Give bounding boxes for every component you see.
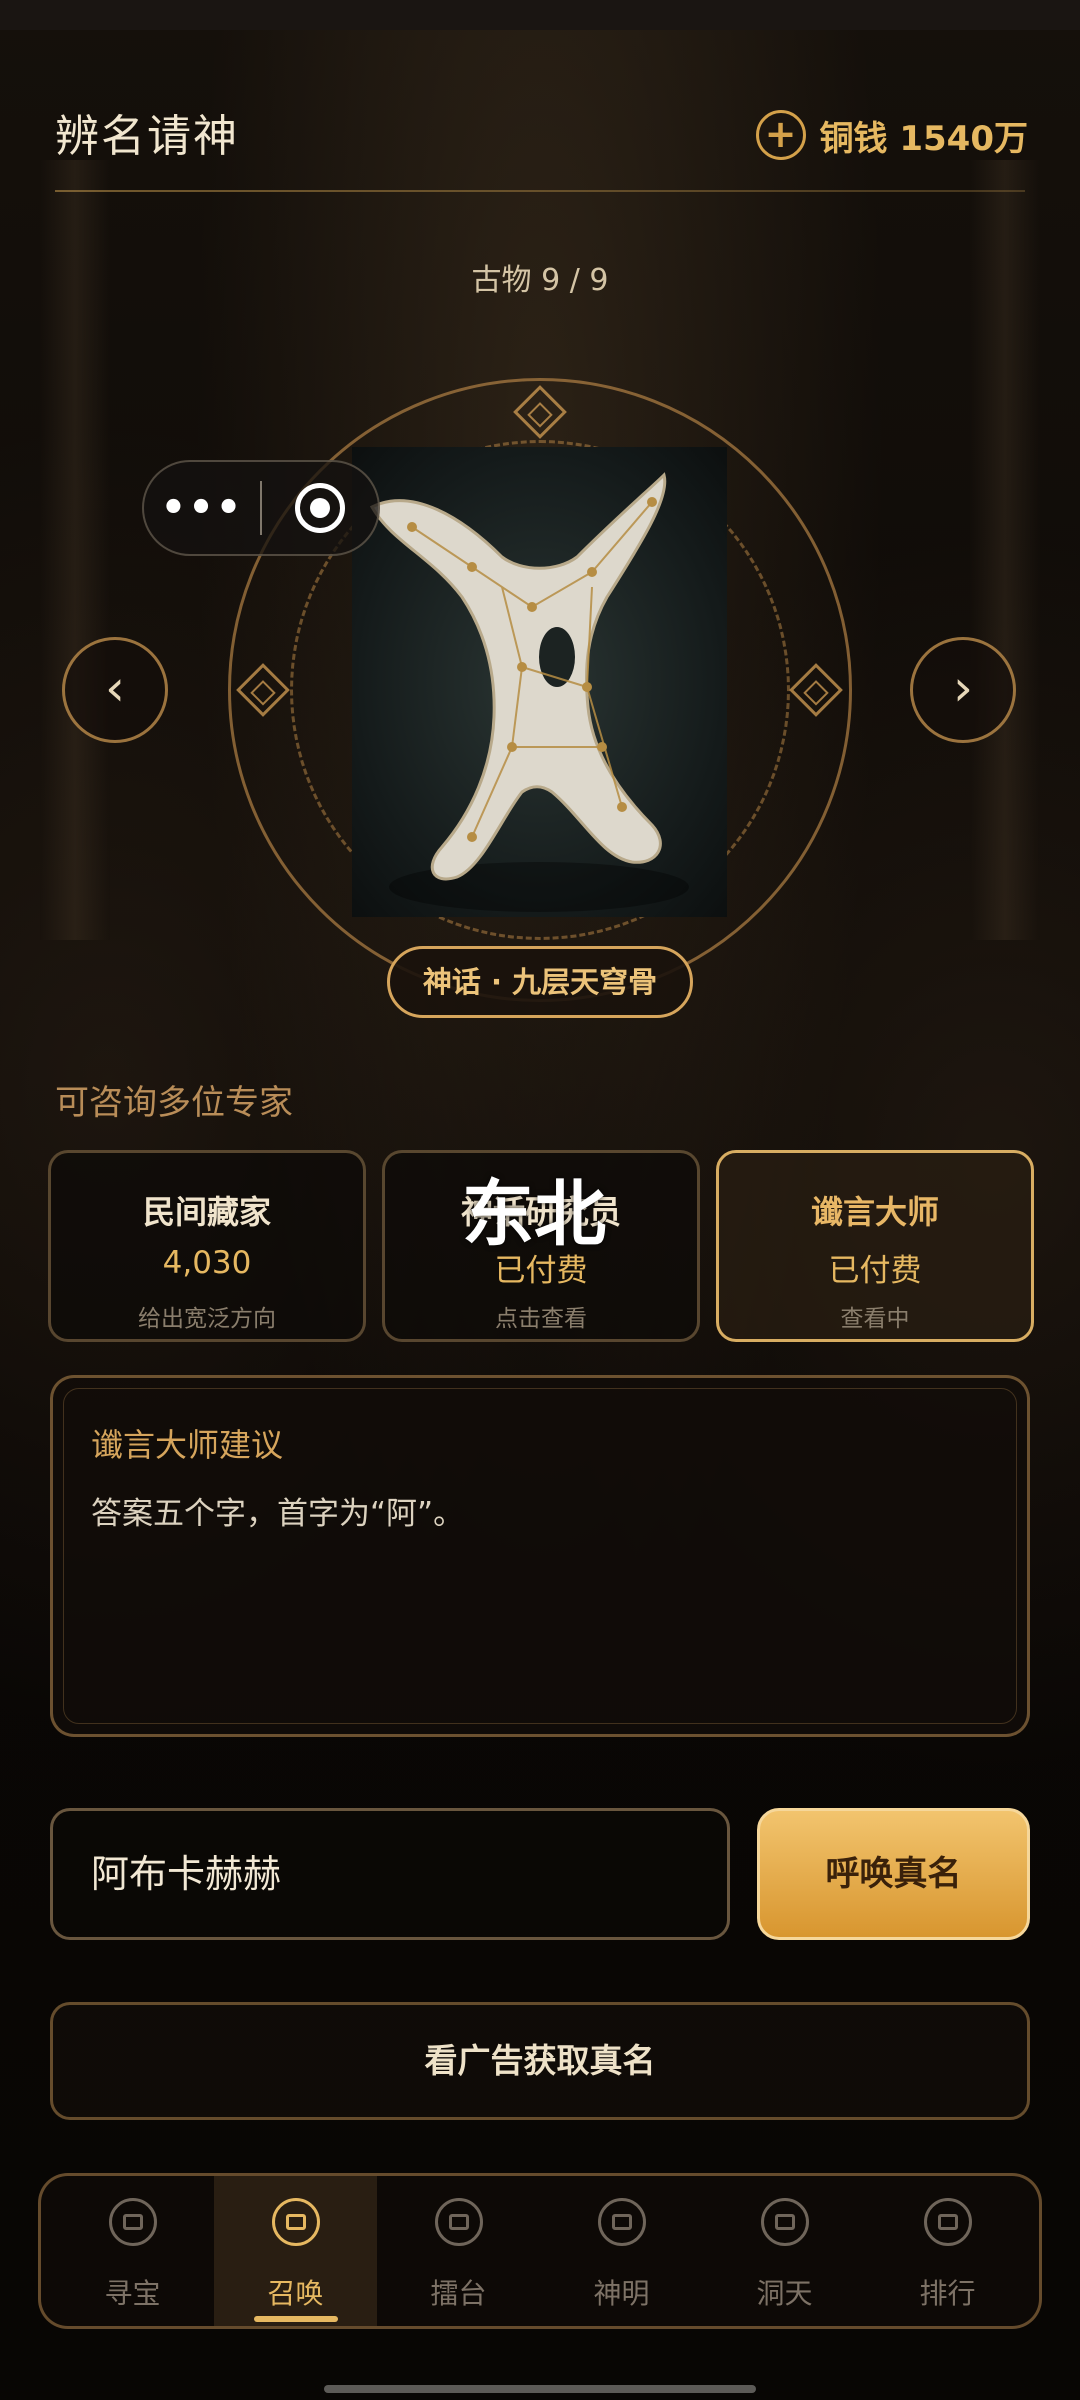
expert-status: 已付费 <box>828 1253 922 1289</box>
coin-balance: + 铜钱 1540万 <box>755 110 1028 160</box>
coin-balance-label: 铜钱 1540万 <box>819 118 1028 159</box>
summon-button[interactable]: 呼唤真名 <box>757 1808 1030 1940</box>
tab-grotto[interactable]: 洞天 <box>703 2176 866 2326</box>
tab-label: 召唤 <box>267 2277 324 2310</box>
bone-artifact-illustration <box>369 472 689 912</box>
tab-treasure[interactable]: 寻宝 <box>51 2176 214 2326</box>
deity-icon <box>597 2198 646 2246</box>
expert-card-oracle[interactable]: 谶言大师 已付费 查看中 <box>716 1150 1034 1342</box>
expert-title: 民间藏家 <box>142 1193 271 1231</box>
tab-ranking[interactable]: 排行 <box>866 2176 1029 2326</box>
treasure-icon <box>108 2198 157 2246</box>
bottom-tab-bar: 寻宝 召唤 擂台 神明 洞天 排行 <box>38 2173 1042 2329</box>
mini-program-capsule: ••• <box>142 460 380 556</box>
prev-relic-button[interactable]: ‹ <box>62 637 168 743</box>
tab-label: 擂台 <box>430 2277 487 2310</box>
home-indicator[interactable] <box>324 2385 756 2393</box>
summon-icon <box>271 2198 320 2246</box>
watch-ad-button[interactable]: 看广告获取真名 <box>50 2002 1030 2120</box>
advice-title: 谶言大师建议 <box>91 1426 284 1464</box>
tab-label: 神明 <box>593 2277 650 2310</box>
tab-arena[interactable]: 擂台 <box>377 2176 540 2326</box>
arena-icon <box>434 2198 483 2246</box>
add-coins-button[interactable]: + <box>755 110 806 160</box>
active-tab-indicator <box>253 2316 338 2322</box>
tab-label: 寻宝 <box>104 2277 161 2310</box>
relic-counter: 古物 9 / 9 <box>471 263 609 298</box>
grotto-icon <box>760 2198 809 2246</box>
page-title: 辨名请神 <box>55 111 239 162</box>
tab-summon[interactable]: 召唤 <box>214 2176 377 2326</box>
close-app-button[interactable] <box>262 483 378 533</box>
status-bar <box>0 0 1080 30</box>
ranking-icon <box>923 2198 972 2246</box>
overlay-text: 东北 <box>462 1172 607 1256</box>
tab-deity[interactable]: 神明 <box>540 2176 703 2326</box>
tab-label: 洞天 <box>756 2277 813 2310</box>
expert-desc: 点击查看 <box>495 1306 587 1332</box>
expert-desc: 查看中 <box>840 1306 910 1332</box>
advice-text: 答案五个字，首字为“阿”。 <box>91 1496 465 1532</box>
tab-label: 排行 <box>919 2277 976 2310</box>
answer-input[interactable]: 阿布卡赫赫 <box>50 1808 730 1940</box>
next-relic-button[interactable]: › <box>910 637 1016 743</box>
more-options-button[interactable]: ••• <box>144 485 260 531</box>
target-icon <box>294 483 345 533</box>
relic-name-tag: 神话 · 九层天穹骨 <box>387 946 693 1018</box>
expert-desc: 给出宽泛方向 <box>138 1306 276 1332</box>
advice-panel: 谶言大师建议 答案五个字，首字为“阿”。 <box>50 1375 1030 1737</box>
experts-heading: 可咨询多位专家 <box>55 1083 293 1123</box>
expert-card-collector[interactable]: 民间藏家 4,030 给出宽泛方向 <box>48 1150 366 1342</box>
relic-image <box>352 447 727 917</box>
header-divider <box>55 190 1025 192</box>
expert-title: 谶言大师 <box>810 1193 939 1231</box>
expert-price: 4,030 <box>162 1245 252 1281</box>
